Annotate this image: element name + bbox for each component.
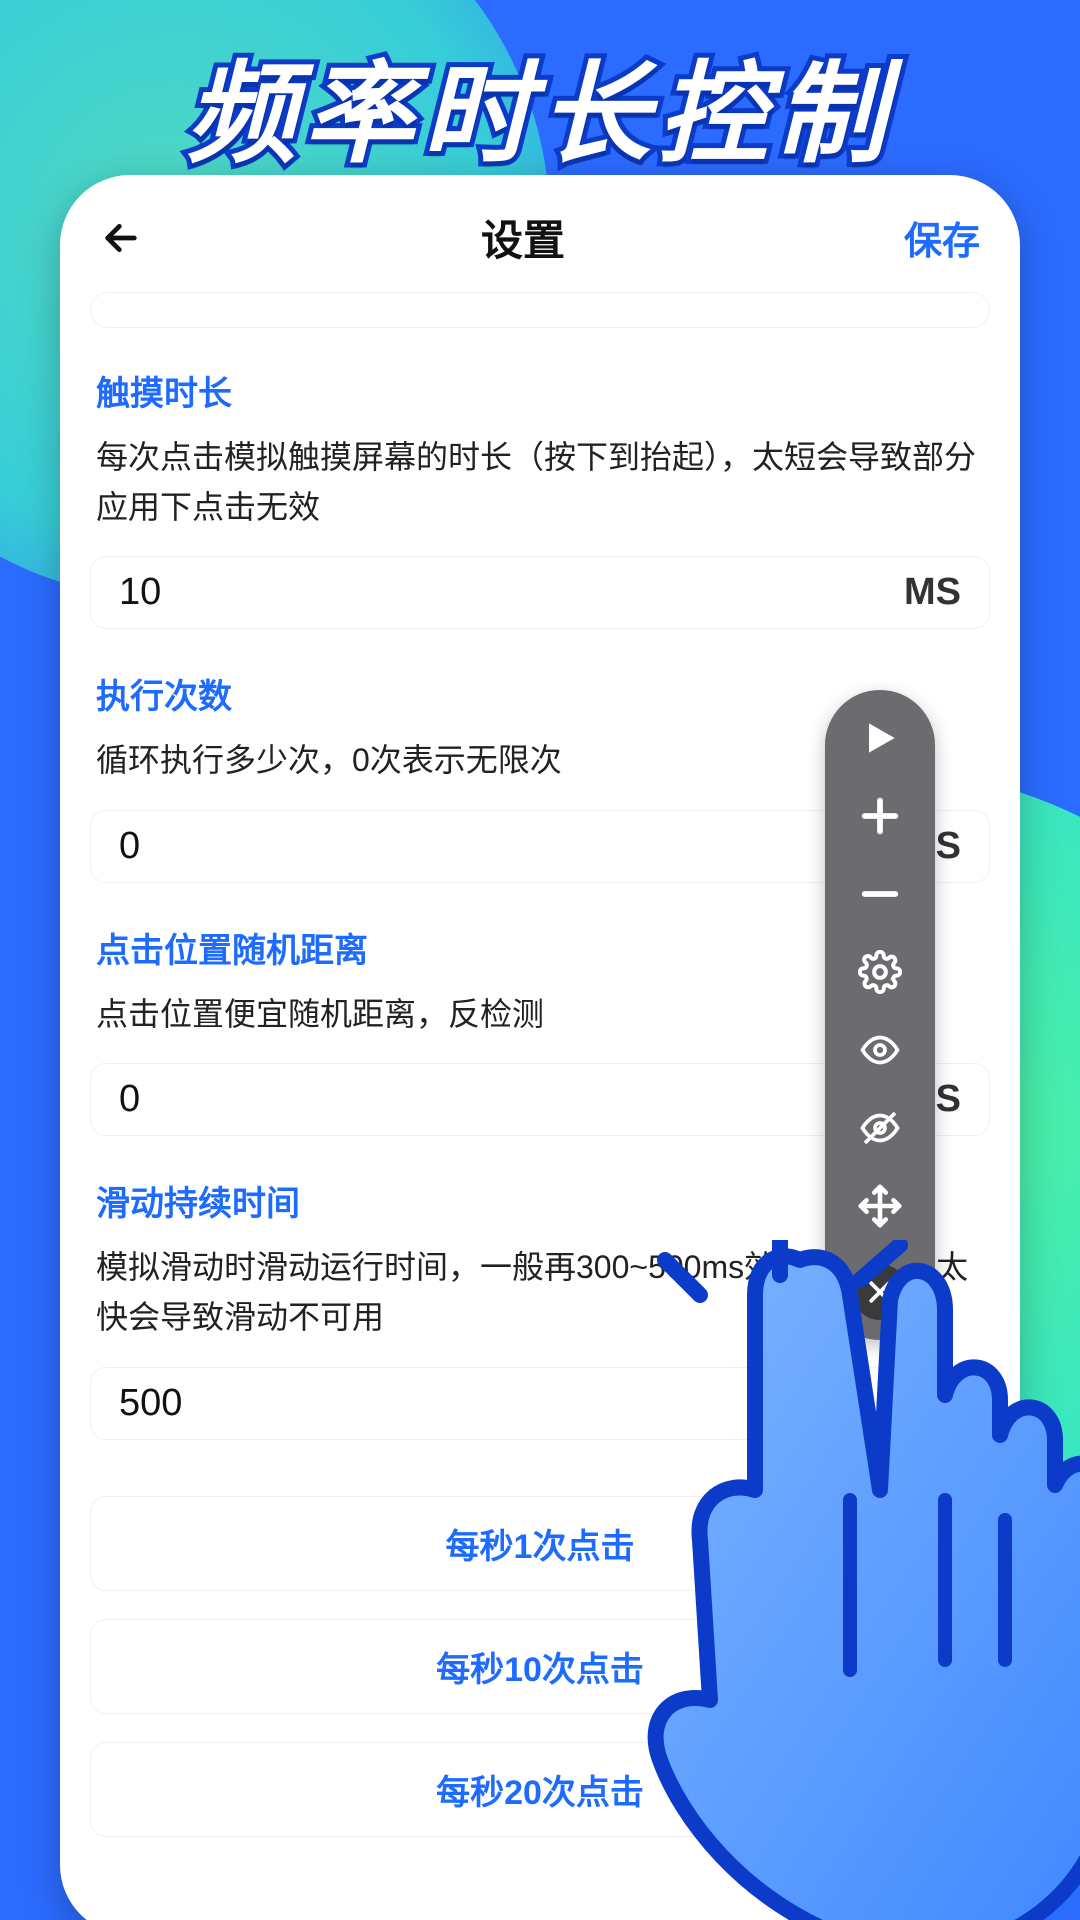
eye-icon[interactable] xyxy=(850,1024,910,1076)
touch-duration-value: 10 xyxy=(119,571,161,614)
banner-title: 频率时长控制 xyxy=(0,24,1080,184)
swipe-duration-value: 500 xyxy=(119,1382,182,1425)
save-button[interactable]: 保存 xyxy=(904,210,980,265)
random-distance-value: 0 xyxy=(119,1078,140,1121)
unit-label: MS xyxy=(904,571,961,614)
gear-icon[interactable] xyxy=(850,946,910,998)
section-desc-touch: 每次点击模拟触摸屏幕的时长（按下到抬起），太短会导致部分应用下点击无效 xyxy=(96,433,984,532)
eye-off-icon[interactable] xyxy=(850,1102,910,1154)
execution-count-value: 0 xyxy=(119,825,140,868)
move-icon[interactable] xyxy=(850,1180,910,1232)
plus-icon[interactable] xyxy=(850,790,910,842)
navbar: 设置 保存 xyxy=(90,207,990,292)
hand-cursor-graphic xyxy=(550,1240,1080,1920)
play-icon[interactable] xyxy=(850,712,910,764)
page-title: 设置 xyxy=(481,207,565,268)
back-icon[interactable] xyxy=(100,217,142,259)
minus-icon[interactable] xyxy=(850,868,910,920)
section-title-touch: 触摸时长 xyxy=(96,366,990,415)
card-stub xyxy=(90,292,990,328)
touch-duration-field[interactable]: 10 MS xyxy=(90,556,990,629)
